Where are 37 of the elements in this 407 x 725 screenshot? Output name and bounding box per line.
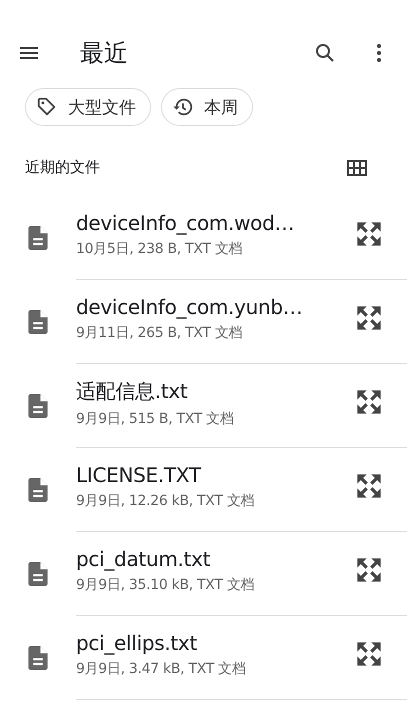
file-details: 9月11日, 265 B, TXT 文档 bbox=[76, 324, 244, 342]
file-row[interactable]: LICENSE.TXT 9月9日, 12.26 kB, TXT 文档 bbox=[0, 448, 407, 532]
expand-icon[interactable] bbox=[355, 640, 383, 668]
file-name: deviceInfo_com.wod… bbox=[76, 211, 296, 235]
page-title: 最近 bbox=[80, 38, 129, 69]
file-row[interactable]: pci_ellips.txt 9月9日, 3.47 kB, TXT 文档 bbox=[0, 616, 407, 700]
tag-icon bbox=[36, 96, 58, 118]
file-details: 9月9日, 515 B, TXT 文档 bbox=[76, 410, 235, 428]
file-details: 9月9日, 35.10 kB, TXT 文档 bbox=[76, 576, 256, 594]
filter-chip[interactable]: 大型文件 bbox=[25, 88, 151, 126]
file-details: 9月9日, 12.26 kB, TXT 文档 bbox=[76, 492, 256, 510]
history-icon bbox=[172, 96, 194, 118]
expand-icon[interactable] bbox=[355, 388, 383, 416]
document-icon bbox=[28, 562, 48, 586]
file-row[interactable]: deviceInfo_com.yunb… 9月11日, 265 B, TXT 文档 bbox=[0, 280, 407, 364]
expand-icon[interactable] bbox=[355, 304, 383, 332]
file-name: pci_datum.txt bbox=[76, 547, 212, 571]
file-details: 10月5日, 238 B, TXT 文档 bbox=[76, 240, 244, 258]
file-name: LICENSE.TXT bbox=[76, 463, 202, 487]
file-row[interactable]: 适配信息.txt 9月9日, 515 B, TXT 文档 bbox=[0, 364, 407, 448]
file-name: deviceInfo_com.yunb… bbox=[76, 295, 304, 319]
expand-icon[interactable] bbox=[355, 220, 383, 248]
document-icon bbox=[28, 394, 48, 418]
file-name: pci_ellips.txt bbox=[76, 631, 198, 655]
document-icon bbox=[28, 226, 48, 250]
file-row[interactable]: deviceInfo_com.wod… 10月5日, 238 B, TXT 文档 bbox=[0, 196, 407, 280]
section-title: 近期的文件 bbox=[25, 158, 100, 177]
filter-chip[interactable]: 本周 bbox=[161, 88, 253, 126]
file-details: 9月9日, 3.47 kB, TXT 文档 bbox=[76, 660, 247, 678]
document-icon bbox=[28, 310, 48, 334]
file-row[interactable]: pci_datum.txt 9月9日, 35.10 kB, TXT 文档 bbox=[0, 532, 407, 616]
file-name: 适配信息.txt bbox=[76, 378, 188, 404]
document-icon bbox=[28, 646, 48, 670]
grid-view-icon[interactable] bbox=[347, 160, 367, 176]
document-icon bbox=[28, 478, 48, 502]
expand-icon[interactable] bbox=[355, 472, 383, 500]
expand-icon[interactable] bbox=[355, 556, 383, 584]
